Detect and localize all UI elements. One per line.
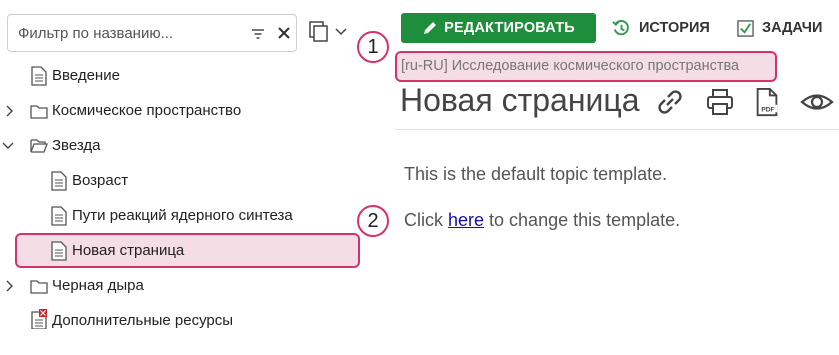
tree-item-label: Введение [52,67,120,84]
svg-text:PDF: PDF [761,106,774,113]
close-icon[interactable] [276,25,292,41]
tree-item-label: Возраст [72,172,129,189]
content-text: This is the default topic template. [404,164,668,184]
content-paragraph: Click here to change this template. [404,210,680,231]
tree-item-label: Черная дыра [52,277,144,294]
callout-marker: 1 [357,31,389,63]
page-icon [51,206,67,226]
page-icon [51,241,67,261]
tree-item-label: Новая страница [72,242,185,259]
link-icon[interactable] [654,86,686,118]
page-icon [51,171,67,191]
page-icon [31,66,47,86]
edit-button-label: РЕДАКТИРОВАТЬ [444,20,575,36]
edit-button[interactable]: РЕДАКТИРОВАТЬ [401,13,596,43]
eye-icon[interactable] [800,86,834,118]
page-error-icon [31,309,47,329]
folder-icon [30,280,48,294]
pdf-icon[interactable]: PDF [752,86,782,118]
content-text: Click [404,210,448,230]
filter-box [7,14,297,52]
breadcrumb[interactable]: [ru-RU] Исследование космического простр… [401,58,739,74]
print-icon[interactable] [704,86,736,118]
folder-open-icon [30,139,48,153]
callout-marker: 2 [357,205,389,237]
chevron-right-icon[interactable] [4,280,16,292]
history-button[interactable]: ИСТОРИЯ [612,13,710,43]
checkbox-icon [737,19,754,37]
pencil-icon [424,22,437,34]
callout-number: 2 [367,209,379,232]
history-icon [612,19,629,35]
page-title: Новая страница [400,82,640,118]
filter-input[interactable] [18,23,238,43]
folder-icon [30,105,48,119]
content-paragraph: This is the default topic template. [404,164,667,185]
tree-item-label: Пути реакций ядерного синтеза [72,207,293,224]
divider [395,129,839,130]
tree-item-label: Дополнительные ресурсы [52,312,234,329]
chevron-right-icon[interactable] [4,105,16,117]
tree-item-label: Звезда [52,137,101,154]
here-link[interactable]: here [448,210,484,230]
callout-number: 1 [367,35,379,58]
filter-icon[interactable] [250,26,266,42]
content-text: to change this template. [484,210,681,230]
copy-icon[interactable] [308,20,350,44]
tasks-button[interactable]: ЗАДАЧИ [737,13,822,43]
chevron-down-icon[interactable] [2,140,14,152]
tree-item-label: Космическое пространство [52,102,242,119]
tasks-button-label: ЗАДАЧИ [762,20,823,36]
history-button-label: ИСТОРИЯ [639,20,710,36]
